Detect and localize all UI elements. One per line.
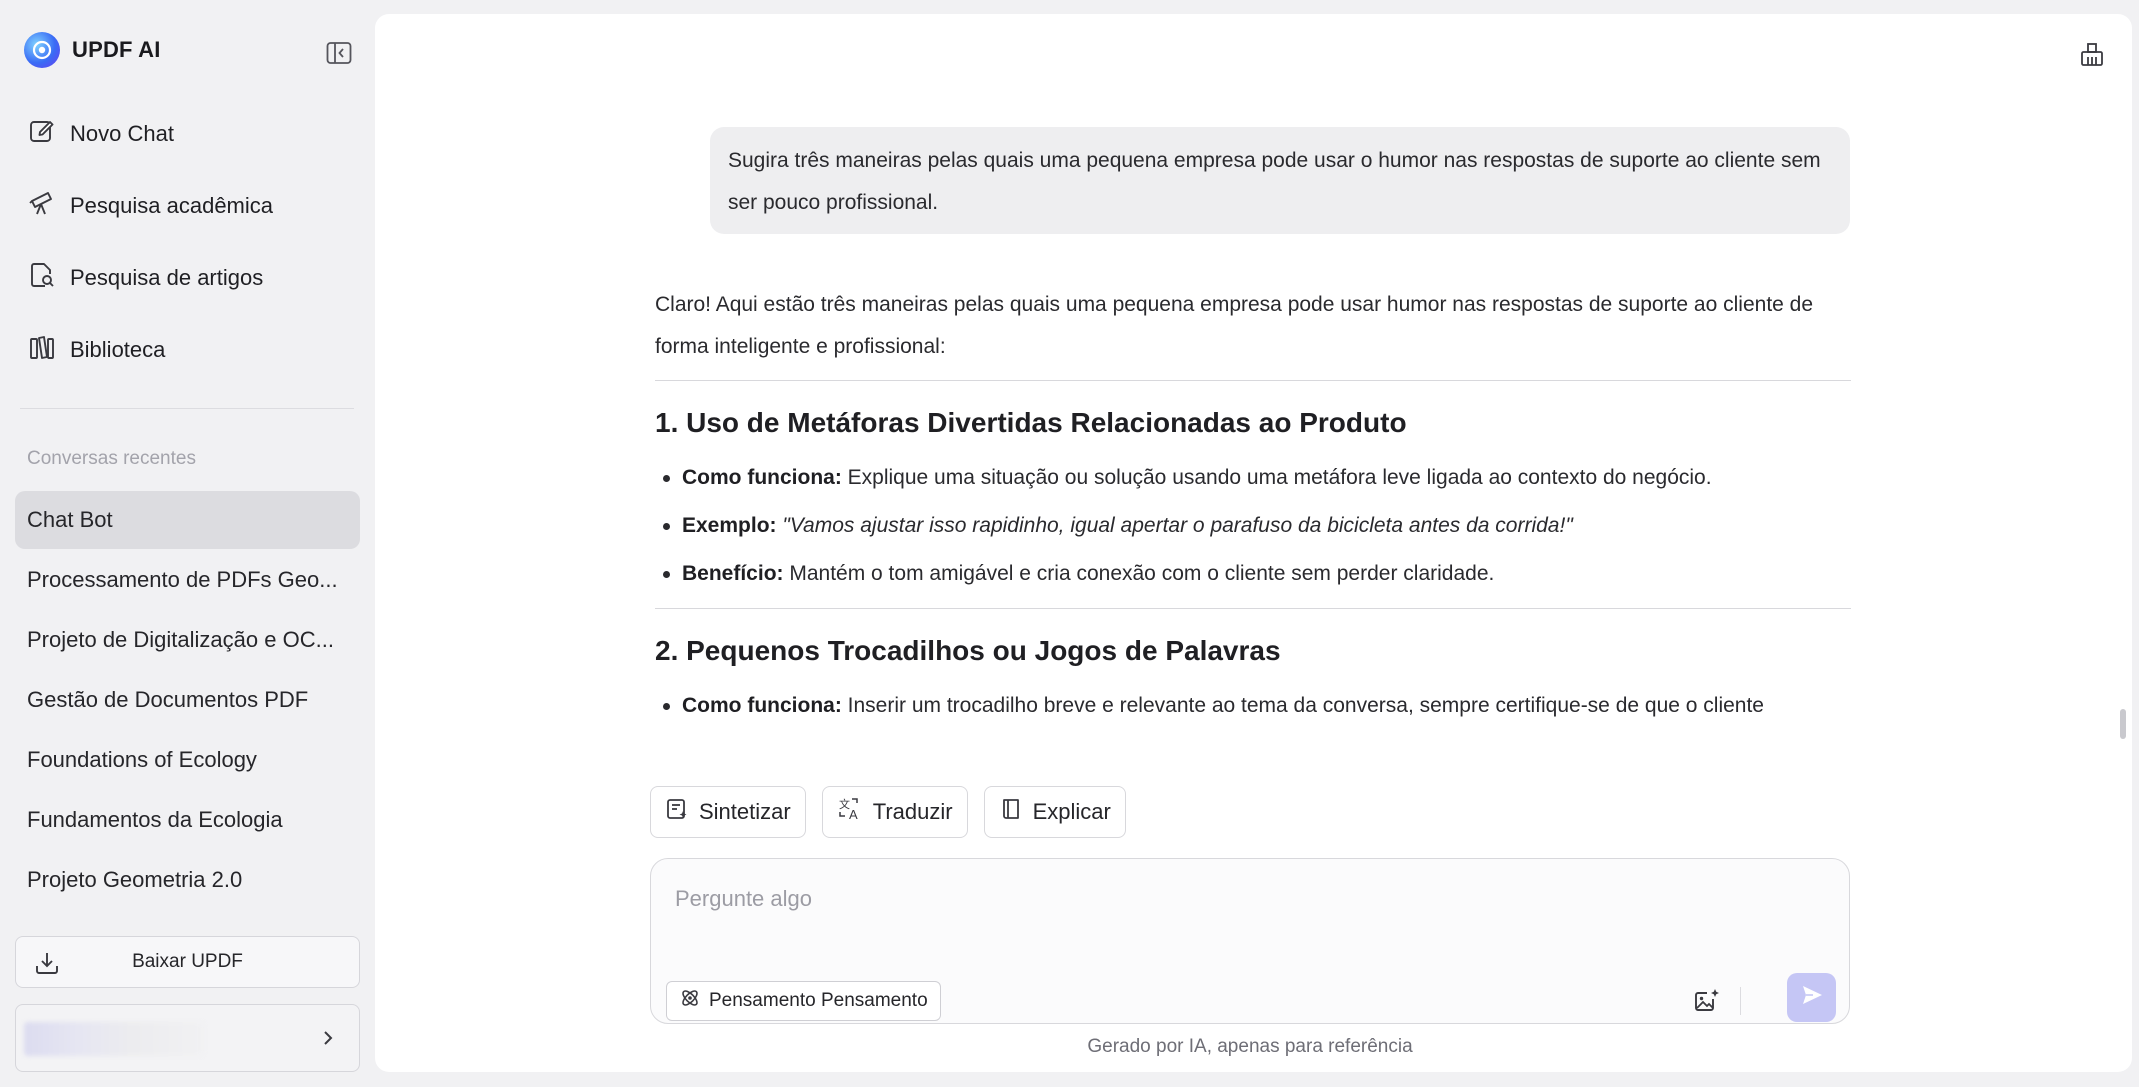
download-updf-button[interactable]: Baixar UPDF — [15, 936, 360, 988]
download-icon — [34, 950, 60, 982]
summarize-button[interactable]: Sintetizar — [650, 786, 806, 838]
conversation-item[interactable]: Gestão de Documentos PDF — [15, 671, 360, 729]
composer-separator — [1740, 987, 1741, 1015]
explain-label: Explicar — [1032, 799, 1111, 824]
ai-disclaimer: Gerado por IA, apenas para referência — [1087, 1036, 1413, 1057]
conversation-item[interactable]: Fundamentos da Ecologia — [15, 791, 360, 849]
content-fade — [655, 739, 1851, 771]
scrollbar[interactable] — [2120, 709, 2126, 739]
divider — [655, 608, 1851, 609]
document-search-icon — [28, 261, 56, 295]
sidebar-item-label: Pesquisa de artigos — [70, 265, 264, 290]
list-item: Como funciona: Explique uma situação ou … — [655, 454, 1851, 502]
download-updf-label: Baixar UPDF — [132, 951, 243, 972]
svg-text:A: A — [849, 807, 858, 822]
conversation-item[interactable]: Chat Bot — [15, 491, 360, 549]
sidebar-item-label: Biblioteca — [70, 337, 166, 362]
translate-button[interactable]: 文A Traduzir — [821, 786, 968, 838]
bullet-label: Exemplo: — [682, 514, 777, 537]
bullet-label: Como funciona: — [682, 466, 842, 489]
conversation-item[interactable]: Projeto de Digitalização e OC... — [15, 611, 360, 669]
sidebar: UPDF AI Novo Chat Pesquisa acadêmica Pes… — [0, 0, 374, 1087]
sidebar-item-academic-search[interactable]: Pesquisa acadêmica — [28, 184, 273, 228]
image-upload-icon[interactable] — [1687, 980, 1727, 1020]
divider — [655, 380, 1851, 381]
translate-label: Traduzir — [872, 799, 953, 824]
clear-chat-icon[interactable] — [2074, 36, 2110, 72]
recent-conversations-title: Conversas recentes — [27, 448, 196, 469]
sidebar-item-label: Novo Chat — [70, 121, 174, 146]
summarize-label: Sintetizar — [699, 799, 791, 824]
thinking-label: Pensamento Pensamento — [709, 990, 928, 1011]
conversation-item[interactable]: Foundations of Ecology — [15, 731, 360, 789]
quick-actions: Sintetizar 文A Traduzir Explicar — [650, 786, 1126, 838]
conversation-item[interactable]: Projeto Geometria 2.0 — [15, 851, 360, 909]
book-icon — [999, 797, 1023, 827]
library-icon — [28, 333, 56, 367]
collapse-sidebar-icon[interactable] — [324, 38, 354, 68]
list-item: Como funciona: Inserir um trocadilho bre… — [655, 682, 1851, 730]
bullet-list: Como funciona: Inserir um trocadilho bre… — [655, 682, 1851, 730]
chat-panel: Sugira três maneiras pelas quais uma peq… — [375, 14, 2132, 1072]
list-item: Exemplo: "Vamos ajustar isso rapidinho, … — [655, 502, 1851, 550]
brand[interactable]: UPDF AI — [24, 32, 161, 68]
avatar — [24, 1022, 204, 1056]
user-message-bubble: Sugira três maneiras pelas quais uma peq… — [710, 127, 1850, 234]
translate-icon: 文A — [837, 796, 863, 828]
send-icon — [1800, 983, 1824, 1012]
explain-button[interactable]: Explicar — [983, 786, 1126, 838]
section-heading: 2. Pequenos Trocadilhos ou Jogos de Pala… — [655, 635, 1281, 666]
sidebar-item-library[interactable]: Biblioteca — [28, 328, 165, 372]
bullet-label: Como funciona: — [682, 694, 842, 717]
account-button[interactable] — [15, 1004, 360, 1072]
bullet-list: Como funciona: Explique uma situação ou … — [655, 454, 1851, 598]
bullet-text: Explique uma situação ou solução usando … — [841, 466, 1712, 489]
thinking-toggle[interactable]: Pensamento Pensamento — [666, 981, 941, 1021]
new-chat-icon — [28, 117, 56, 151]
list-item: Benefício: Mantém o tom amigável e cria … — [655, 550, 1851, 598]
sidebar-divider — [20, 408, 354, 409]
summarize-icon — [665, 797, 689, 827]
brand-name: UPDF AI — [72, 37, 161, 62]
ai-answer: Claro! Aqui estão três maneiras pelas qu… — [655, 284, 1851, 769]
section-heading: 1. Uso de Metáforas Divertidas Relaciona… — [655, 407, 1407, 438]
answer-intro: Claro! Aqui estão três maneiras pelas qu… — [655, 293, 1814, 358]
bullet-label: Benefício: — [682, 562, 784, 585]
telescope-icon — [28, 189, 56, 223]
chevron-right-icon — [317, 1027, 339, 1054]
conversation-item[interactable]: Processamento de PDFs Geo... — [15, 551, 360, 609]
updf-ai-logo-icon — [24, 32, 60, 68]
sidebar-item-article-search[interactable]: Pesquisa de artigos — [28, 256, 263, 300]
bullet-text: "Vamos ajustar isso rapidinho, igual ape… — [782, 514, 1573, 537]
message-composer: Pensamento Pensamento — [650, 858, 1850, 1024]
bullet-text: Mantém o tom amigável e cria conexão com… — [783, 562, 1495, 585]
send-button[interactable] — [1787, 973, 1836, 1022]
sidebar-item-new-chat[interactable]: Novo Chat — [28, 112, 174, 156]
message-input[interactable] — [675, 879, 1775, 919]
bullet-text: Inserir um trocadilho breve e relevante … — [841, 694, 1764, 717]
atom-icon — [679, 987, 701, 1015]
sidebar-item-label: Pesquisa acadêmica — [70, 193, 274, 218]
